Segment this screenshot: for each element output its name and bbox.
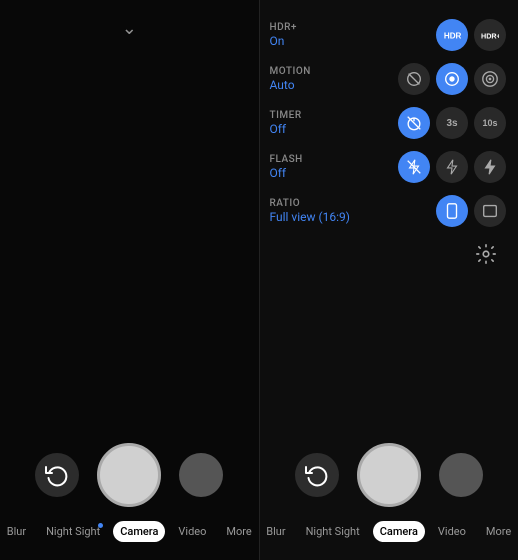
right-rotate-camera-button[interactable] bbox=[295, 453, 339, 497]
flash-on-button[interactable] bbox=[474, 151, 506, 183]
right-gallery-button[interactable] bbox=[439, 453, 483, 497]
motion-label: MOTION bbox=[270, 66, 311, 77]
timer-value: Off bbox=[270, 122, 302, 136]
flash-setting-row: FLASH Off bbox=[270, 146, 507, 188]
motion-setting-row: MOTION Auto bbox=[270, 58, 507, 100]
motion-label-group: MOTION Auto bbox=[270, 66, 311, 92]
hdr-label-group: HDR+ On bbox=[270, 22, 297, 48]
flash-off-icon bbox=[405, 158, 423, 176]
flash-label-group: FLASH Off bbox=[270, 154, 303, 180]
right-tab-bar: Blur Night Sight Camera Video More bbox=[260, 517, 518, 552]
ratio-169-button[interactable] bbox=[436, 195, 468, 227]
hdr-label: HDR+ bbox=[270, 22, 297, 33]
camera-buttons bbox=[35, 443, 223, 507]
right-camera-buttons bbox=[295, 443, 483, 507]
flash-auto-icon bbox=[443, 158, 461, 176]
flash-value: Off bbox=[270, 166, 303, 180]
motion-on-icon bbox=[481, 70, 499, 88]
hdr-icon: HDR bbox=[443, 26, 461, 44]
left-tab-night-sight[interactable]: Night Sight bbox=[39, 521, 107, 542]
chevron-down-icon[interactable]: ⌄ bbox=[122, 18, 137, 39]
right-tab-blur[interactable]: Blur bbox=[260, 521, 293, 542]
flash-options bbox=[398, 151, 506, 183]
motion-off-button[interactable] bbox=[398, 63, 430, 95]
motion-auto-button[interactable] bbox=[436, 63, 468, 95]
night-sight-dot bbox=[98, 523, 103, 528]
right-tab-camera[interactable]: Camera bbox=[373, 521, 425, 542]
hdr-plus-button[interactable]: HDR+ bbox=[474, 19, 506, 51]
right-rotate-icon bbox=[305, 463, 329, 487]
ratio-options bbox=[436, 195, 506, 227]
left-tab-bar: Blur Night Sight Camera Video More bbox=[0, 517, 259, 552]
hdr-options: HDR HDR+ bbox=[436, 19, 506, 51]
ratio-43-icon bbox=[481, 202, 499, 220]
right-tab-night-sight[interactable]: Night Sight bbox=[299, 521, 367, 542]
motion-value: Auto bbox=[270, 78, 311, 92]
right-shutter-button[interactable] bbox=[357, 443, 421, 507]
timer-off-icon bbox=[405, 114, 423, 132]
rotate-icon bbox=[45, 463, 69, 487]
flash-label: FLASH bbox=[270, 154, 303, 165]
gallery-button[interactable] bbox=[179, 453, 223, 497]
left-tab-video[interactable]: Video bbox=[171, 521, 213, 542]
hdr-plus-icon: HDR+ bbox=[481, 26, 499, 44]
gear-icon bbox=[475, 243, 497, 265]
left-panel: ⌄ Blur Night Sight Camera Video More bbox=[0, 0, 259, 560]
gear-row bbox=[270, 234, 507, 270]
hdr-value: On bbox=[270, 34, 297, 48]
timer-3s-button[interactable]: 3s bbox=[436, 107, 468, 139]
rotate-camera-button[interactable] bbox=[35, 453, 79, 497]
timer-10s-button[interactable]: 10s bbox=[474, 107, 506, 139]
viewfinder: ⌄ bbox=[0, 0, 259, 431]
svg-text:HDR: HDR bbox=[444, 32, 461, 41]
motion-off-icon bbox=[405, 70, 423, 88]
timer-10s-label: 10s bbox=[482, 118, 497, 128]
right-tab-more[interactable]: More bbox=[479, 521, 518, 542]
timer-label: TIMER bbox=[270, 110, 302, 121]
timer-setting-row: TIMER Off 3s 10s bbox=[270, 102, 507, 144]
hdr-setting-row: HDR+ On HDR HDR+ bbox=[270, 14, 507, 56]
right-panel: HDR+ On HDR HDR+ MOTION bbox=[260, 0, 518, 560]
timer-label-group: TIMER Off bbox=[270, 110, 302, 136]
ratio-setting-row: RATIO Full view (16:9) bbox=[270, 190, 507, 232]
left-tab-camera[interactable]: Camera bbox=[113, 521, 165, 542]
shutter-button[interactable] bbox=[97, 443, 161, 507]
motion-on-button[interactable] bbox=[474, 63, 506, 95]
ratio-value: Full view (16:9) bbox=[270, 210, 350, 224]
motion-options bbox=[398, 63, 506, 95]
motion-auto-icon bbox=[443, 70, 461, 88]
ratio-label-group: RATIO Full view (16:9) bbox=[270, 198, 350, 224]
timer-options: 3s 10s bbox=[398, 107, 506, 139]
right-tab-video[interactable]: Video bbox=[431, 521, 473, 542]
timer-off-button[interactable] bbox=[398, 107, 430, 139]
left-tab-more[interactable]: More bbox=[219, 521, 258, 542]
settings-panel: HDR+ On HDR HDR+ MOTION bbox=[260, 0, 518, 431]
hdr-on-button[interactable]: HDR bbox=[436, 19, 468, 51]
ratio-label: RATIO bbox=[270, 198, 350, 209]
left-tab-blur[interactable]: Blur bbox=[0, 521, 33, 542]
flash-on-icon bbox=[481, 158, 499, 176]
right-bottom-controls: Blur Night Sight Camera Video More bbox=[260, 431, 518, 560]
flash-auto-button[interactable] bbox=[436, 151, 468, 183]
settings-gear-button[interactable] bbox=[470, 238, 502, 270]
flash-off-button[interactable] bbox=[398, 151, 430, 183]
ratio-43-button[interactable] bbox=[474, 195, 506, 227]
bottom-controls: Blur Night Sight Camera Video More bbox=[0, 431, 259, 560]
timer-3s-label: 3s bbox=[446, 118, 457, 129]
ratio-169-icon bbox=[443, 202, 461, 220]
svg-text:HDR+: HDR+ bbox=[481, 32, 499, 41]
